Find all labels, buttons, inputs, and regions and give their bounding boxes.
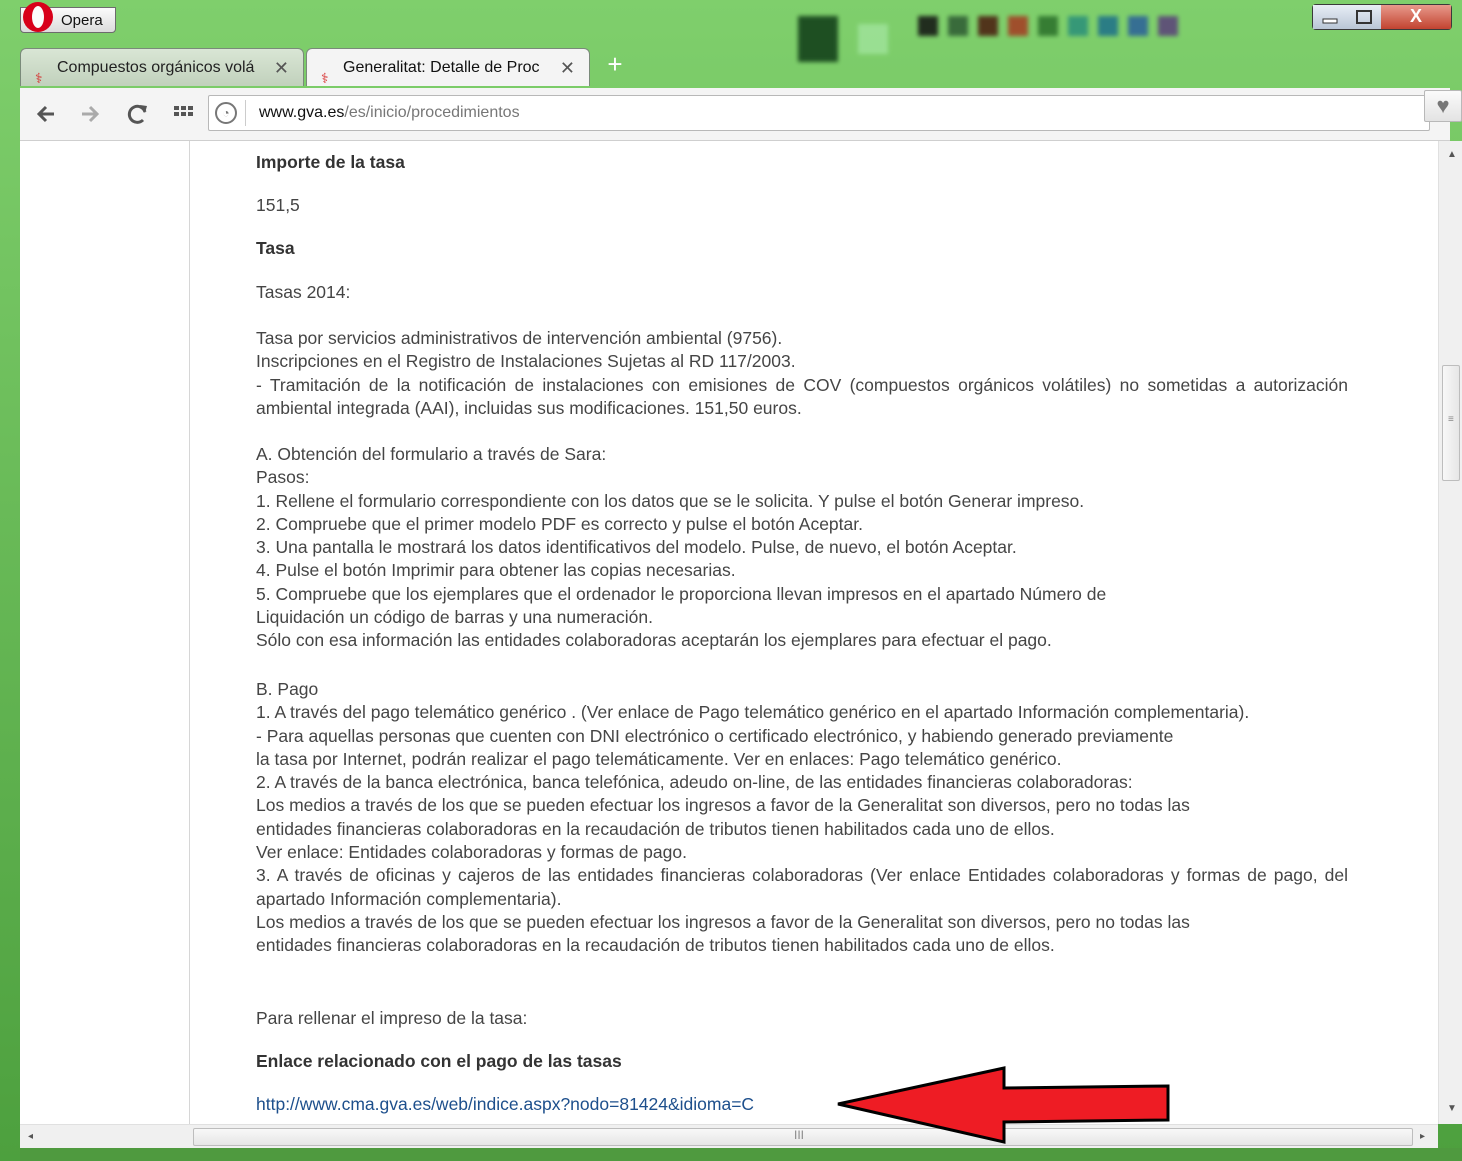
address-url[interactable]: www.gva.es/es/inicio/procedimientos	[259, 96, 520, 130]
close-window-button[interactable]: X	[1381, 5, 1451, 29]
tab-compuestos[interactable]: ⚕ Compuestos orgánicos volá ✕	[20, 48, 304, 86]
reload-icon[interactable]	[124, 100, 152, 128]
bookmark-heart-icon[interactable]: ♥	[1424, 90, 1462, 122]
obtencion-block: A. Obtención del formulario a través de …	[256, 443, 1348, 653]
text-line: Inscripciones en el Registro de Instalac…	[256, 351, 796, 372]
opera-menu-label: Opera	[61, 12, 103, 29]
text-line: 3. Una pantalla le mostrará los datos id…	[256, 537, 1017, 558]
arrow-shape	[837, 1066, 1170, 1144]
text-line: Liquidación un código de barras y una nu…	[256, 607, 653, 628]
text-line: entidades financieras colaboradoras en l…	[256, 818, 1055, 839]
text-line: 2. A través de la banca electrónica, ban…	[256, 772, 1133, 793]
rellenar-text: Para rellenar el impreso de la tasa:	[256, 1008, 528, 1028]
enlace-heading: Enlace relacionado con el pago de las ta…	[256, 1051, 622, 1071]
page-viewport: Importe de la tasa 151,5 Tasa Tasas 2014…	[20, 141, 1438, 1124]
forward-arrow-icon[interactable]	[76, 100, 104, 128]
back-arrow-icon[interactable]	[32, 100, 60, 128]
text-line: 1. Rellene el formulario correspondiente…	[256, 490, 1085, 511]
opera-logo-icon	[23, 2, 53, 32]
importe-value: 151,5	[256, 195, 300, 215]
text-line: 4. Pulse el botón Imprimir para obtener …	[256, 560, 736, 581]
text-line: A. Obtención del formulario a través de …	[256, 444, 607, 464]
horizontal-scrollbar[interactable]: ◂ III ▸	[20, 1124, 1438, 1149]
text-line: 2. Compruebe que el primer modelo PDF es…	[256, 513, 863, 534]
text-line: 1. A través del pago telemático genérico…	[256, 702, 1250, 723]
text-line: - Para aquellas personas que cuenten con…	[256, 725, 1174, 746]
horizontal-scroll-thumb[interactable]: III	[193, 1128, 1413, 1146]
scroll-left-icon[interactable]: ◂	[28, 1131, 33, 1142]
navigation-toolbar: ◔ www.gva.es/es/inicio/procedimientos ♥	[20, 88, 1462, 141]
text-line: Pasos:	[256, 467, 310, 488]
text-line: Tasa por servicios administrativos de in…	[256, 328, 783, 348]
vertical-scroll-thumb[interactable]: ≡	[1442, 365, 1460, 481]
window-bottom-border	[20, 1148, 1462, 1161]
text-line: 5. Compruebe que los ejemplares que el o…	[256, 583, 1107, 604]
opera-menu-button[interactable]: Opera	[20, 2, 116, 33]
minimize-button[interactable]	[1313, 5, 1348, 29]
tasa-heading: Tasa	[256, 238, 295, 258]
text-line: 3. A través de oficinas y cajeros de las…	[256, 865, 1348, 909]
text-line: Los medios a través de los que se pueden…	[256, 911, 1190, 932]
tab-bar: ⚕ Compuestos orgánicos volá ✕ ⚕ Generali…	[20, 48, 1450, 88]
text-line: Ver enlace: Entidades colaboradoras y fo…	[256, 842, 687, 863]
scroll-right-icon[interactable]: ▸	[1420, 1131, 1425, 1142]
text-line: Sólo con esa información las entidades c…	[256, 630, 1052, 651]
url-domain: www.gva.es	[259, 104, 345, 121]
text-line: la tasa por Internet, podrán realizar el…	[256, 748, 1062, 769]
red-arrow-annotation	[837, 1066, 1170, 1144]
gva-favicon-icon: ⚕	[35, 70, 43, 86]
text-line: - Tramitación de la notificación de inst…	[256, 374, 1348, 418]
address-separator	[245, 100, 246, 126]
vertical-scrollbar[interactable]: ▲ ≡ ▼	[1438, 141, 1462, 1124]
scroll-down-icon[interactable]: ▼	[1447, 1103, 1457, 1114]
tab-title: Compuestos orgánicos volá	[57, 59, 255, 76]
scroll-up-icon[interactable]: ▲	[1447, 149, 1457, 160]
tab-title: Generalitat: Detalle de Proc	[343, 59, 540, 76]
tab-close-icon[interactable]: ✕	[560, 49, 575, 86]
tasa-description-block: Tasa por servicios administrativos de in…	[256, 327, 1348, 420]
text-line: entidades financieras colaboradoras en l…	[256, 935, 1055, 956]
url-path: /es/inicio/procedimientos	[344, 104, 520, 121]
gva-favicon-icon: ⚕	[321, 70, 329, 86]
pago-title: B. Pago	[256, 679, 319, 699]
tasas-year: Tasas 2014:	[256, 282, 351, 302]
importe-heading: Importe de la tasa	[256, 152, 405, 172]
site-info-icon[interactable]: ◔	[215, 102, 237, 124]
tab-close-icon[interactable]: ✕	[274, 49, 289, 86]
title-bar: Opera X	[0, 0, 1462, 62]
address-bar[interactable]: ◔ www.gva.es/es/inicio/procedimientos	[208, 95, 1430, 131]
pago-tasas-link[interactable]: http://www.cma.gva.es/web/indice.aspx?no…	[256, 1093, 754, 1116]
left-column	[20, 141, 190, 1124]
pago-block: B. Pago 1. A través del pago telemático …	[256, 678, 1348, 958]
window-controls: X	[1312, 4, 1452, 30]
maximize-button[interactable]	[1347, 5, 1382, 29]
speed-dial-grid-icon[interactable]	[170, 100, 198, 128]
new-tab-button[interactable]: +	[600, 50, 630, 80]
text-line: Los medios a través de los que se pueden…	[256, 795, 1190, 816]
tab-generalitat[interactable]: ⚕ Generalitat: Detalle de Proc ✕	[306, 48, 590, 86]
